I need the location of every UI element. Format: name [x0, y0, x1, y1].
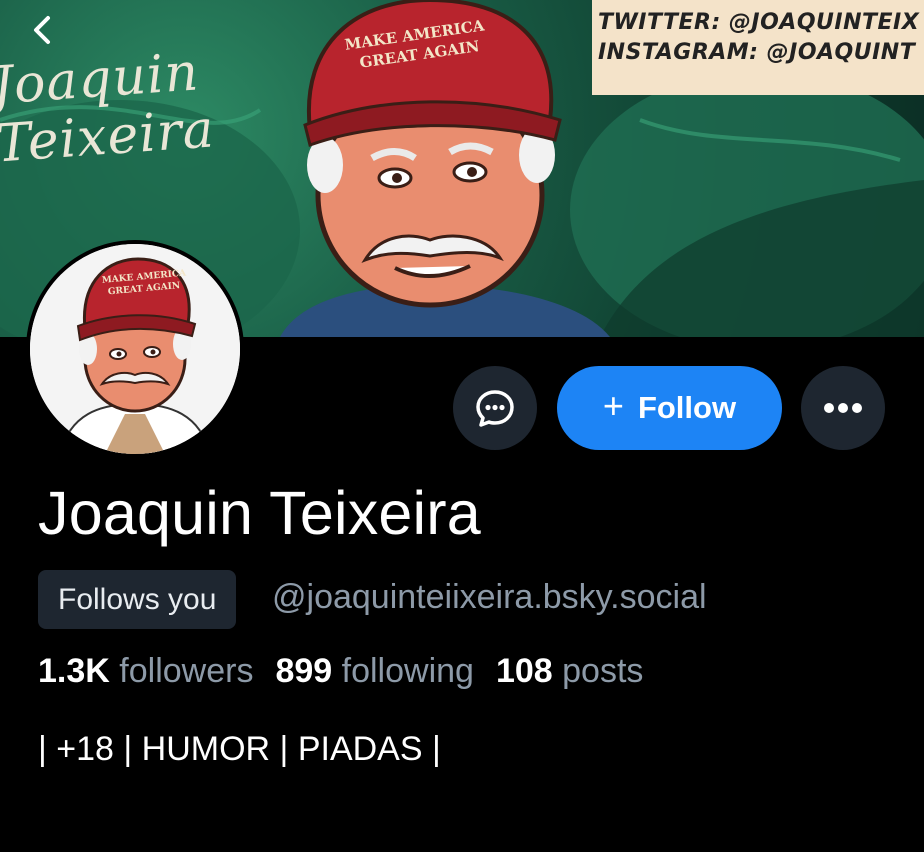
social-card-line-1: TWITTER: @JOAQUINTEIX: [598, 10, 920, 35]
chevron-left-icon: [34, 16, 50, 44]
banner-social-card: TWITTER: @JOAQUINTEIX INSTAGRAM: @JOAQUI…: [592, 0, 924, 95]
social-card-line-2: INSTAGRAM: @JOAQUINT: [598, 40, 916, 65]
posts-label: posts: [562, 652, 644, 690]
user-handle: @joaquinteiixeira.bsky.social: [272, 578, 707, 616]
following-label: following: [341, 652, 474, 690]
posts-stat: 108 posts: [496, 652, 643, 691]
follows-you-badge: Follows you: [38, 570, 237, 629]
posts-count: 108: [495, 652, 553, 690]
profile-bio: | +18 | HUMOR | PIADAS |: [38, 730, 441, 768]
following-count: 899: [275, 652, 333, 690]
avatar[interactable]: MAKE AMERICA GREAT AGAIN: [26, 240, 244, 458]
profile-stats: 1.3K followers 899 following 108 posts: [38, 652, 643, 691]
avatar-illustration: MAKE AMERICA GREAT AGAIN: [30, 244, 240, 454]
banner-script-text: Joaquin Teixeira: [0, 42, 217, 175]
plus-icon: +: [602, 385, 624, 426]
follow-button[interactable]: + Follow: [557, 366, 782, 450]
back-button[interactable]: [22, 8, 66, 52]
followers-label: followers: [119, 652, 254, 690]
chat-bubble-icon: [476, 390, 514, 427]
followers-count: 1.3K: [38, 652, 110, 690]
follow-button-label: Follow: [637, 390, 737, 425]
avatar-image: MAKE AMERICA GREAT AGAIN: [30, 244, 240, 454]
followers-stat[interactable]: 1.3K followers: [38, 652, 253, 691]
display-name: Joaquin Teixeira: [38, 479, 481, 547]
following-stat[interactable]: 899 following: [275, 652, 474, 691]
message-button[interactable]: [453, 366, 537, 450]
ellipsis-icon: [824, 403, 862, 413]
more-options-button[interactable]: [801, 366, 885, 450]
